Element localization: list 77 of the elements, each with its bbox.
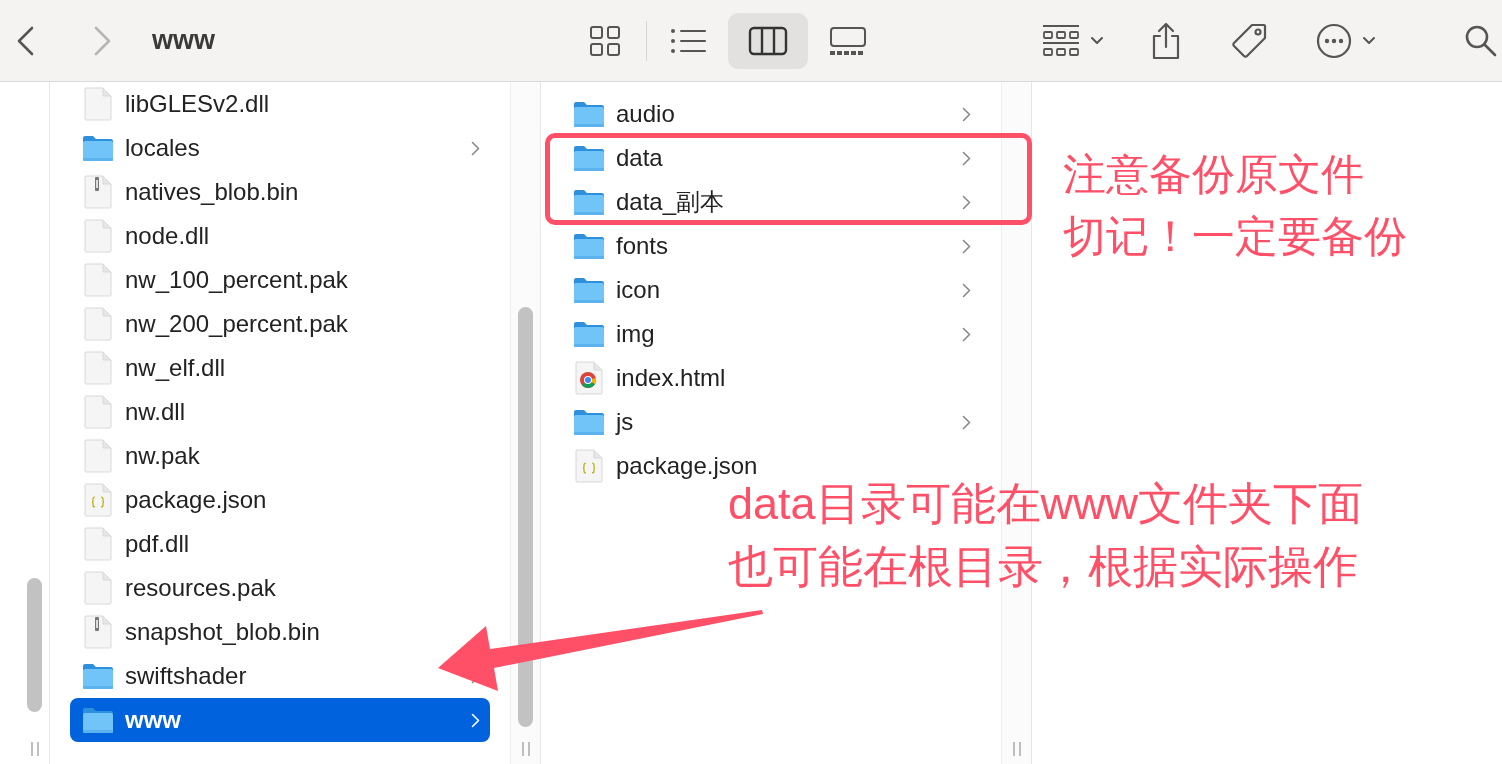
annotation-text: data目录可能在www文件夹下面 — [728, 478, 1364, 530]
annotation-text: 切记！一定要备份 — [1063, 212, 1407, 262]
chevron-icon — [962, 238, 971, 254]
chevron-icon — [962, 326, 971, 342]
folder-icon — [573, 276, 605, 304]
file-row[interactable]: img — [561, 312, 981, 356]
view-button[interactable] — [728, 12, 808, 69]
resize-handle-icon[interactable] — [521, 742, 530, 756]
chevron-icon — [962, 282, 971, 298]
zipper-document-icon — [82, 175, 114, 209]
window-title: www — [152, 25, 216, 56]
file-row[interactable]: icon — [561, 268, 981, 312]
folder-icon — [82, 134, 114, 162]
folder-icon — [82, 706, 114, 734]
folder-icon — [573, 100, 605, 128]
chevron-icon — [962, 414, 971, 430]
folder-icon — [82, 662, 114, 690]
columns-icon — [748, 25, 788, 56]
scrollbar-thumb[interactable] — [27, 578, 42, 712]
list-icon — [670, 27, 706, 54]
annotation-text: 注意备份原文件 — [1063, 150, 1365, 200]
tag-icon — [1230, 21, 1268, 60]
folder-icon — [573, 144, 605, 172]
resize-handle-icon[interactable] — [1012, 742, 1021, 756]
round-logo-document-icon — [573, 361, 605, 395]
folder-icon — [573, 188, 605, 216]
braces-document-icon — [573, 449, 605, 483]
file-row[interactable]: nw_200_percent.pak — [70, 302, 490, 346]
file-row[interactable]: index.html — [561, 356, 981, 400]
more-icon — [1316, 22, 1352, 59]
group-icon — [1042, 23, 1080, 58]
file-row[interactable]: data — [561, 136, 981, 180]
file-row[interactable]: locales — [70, 126, 490, 170]
file-row[interactable]: nw_100_percent.pak — [70, 258, 490, 302]
document-icon — [82, 351, 114, 385]
file-row[interactable]: www — [70, 698, 490, 742]
file-row[interactable]: package.json — [70, 478, 490, 522]
document-icon — [82, 263, 114, 297]
document-icon — [82, 527, 114, 561]
chevron-icon — [962, 150, 971, 166]
braces-document-icon — [82, 483, 114, 517]
scrollbar-thumb[interactable] — [518, 307, 533, 727]
folder-icon — [573, 232, 605, 260]
grid-icon — [589, 24, 621, 57]
document-icon — [82, 87, 114, 121]
share-icon — [1150, 21, 1182, 60]
file-row[interactable]: libGLESv2.dll — [70, 82, 490, 126]
folder-icon — [573, 320, 605, 348]
chevron-icon — [962, 194, 971, 210]
file-row[interactable]: pdf.dll — [70, 522, 490, 566]
chevron-icon — [962, 106, 971, 122]
resize-handle-icon[interactable] — [30, 742, 39, 756]
caret-icon — [1362, 36, 1376, 45]
chevron-icon — [471, 140, 480, 156]
file-row[interactable]: natives_blob.bin — [70, 170, 490, 214]
file-row[interactable]: nw.pak — [70, 434, 490, 478]
file-row[interactable]: snapshot_blob.bin — [70, 610, 490, 654]
file-row[interactable]: audio — [561, 92, 981, 136]
search-icon — [1464, 23, 1498, 58]
chevron-icon — [471, 712, 480, 728]
file-row[interactable]: resources.pak — [70, 566, 490, 610]
file-row[interactable]: fonts — [561, 224, 981, 268]
zipper-document-icon — [82, 615, 114, 649]
annotation-text: 也可能在根目录，根据实际操作 — [728, 540, 1359, 593]
document-icon — [82, 439, 114, 473]
document-icon — [82, 219, 114, 253]
file-row[interactable]: node.dll — [70, 214, 490, 258]
document-icon — [82, 395, 114, 429]
file-row[interactable]: js — [561, 400, 981, 444]
document-icon — [82, 307, 114, 341]
file-row[interactable]: nw.dll — [70, 390, 490, 434]
gallery-icon — [828, 25, 868, 56]
caret-icon — [1090, 36, 1104, 45]
document-icon — [82, 571, 114, 605]
file-row[interactable]: nw_elf.dll — [70, 346, 490, 390]
file-row[interactable]: data_副本 — [561, 180, 981, 224]
folder-icon — [573, 408, 605, 436]
